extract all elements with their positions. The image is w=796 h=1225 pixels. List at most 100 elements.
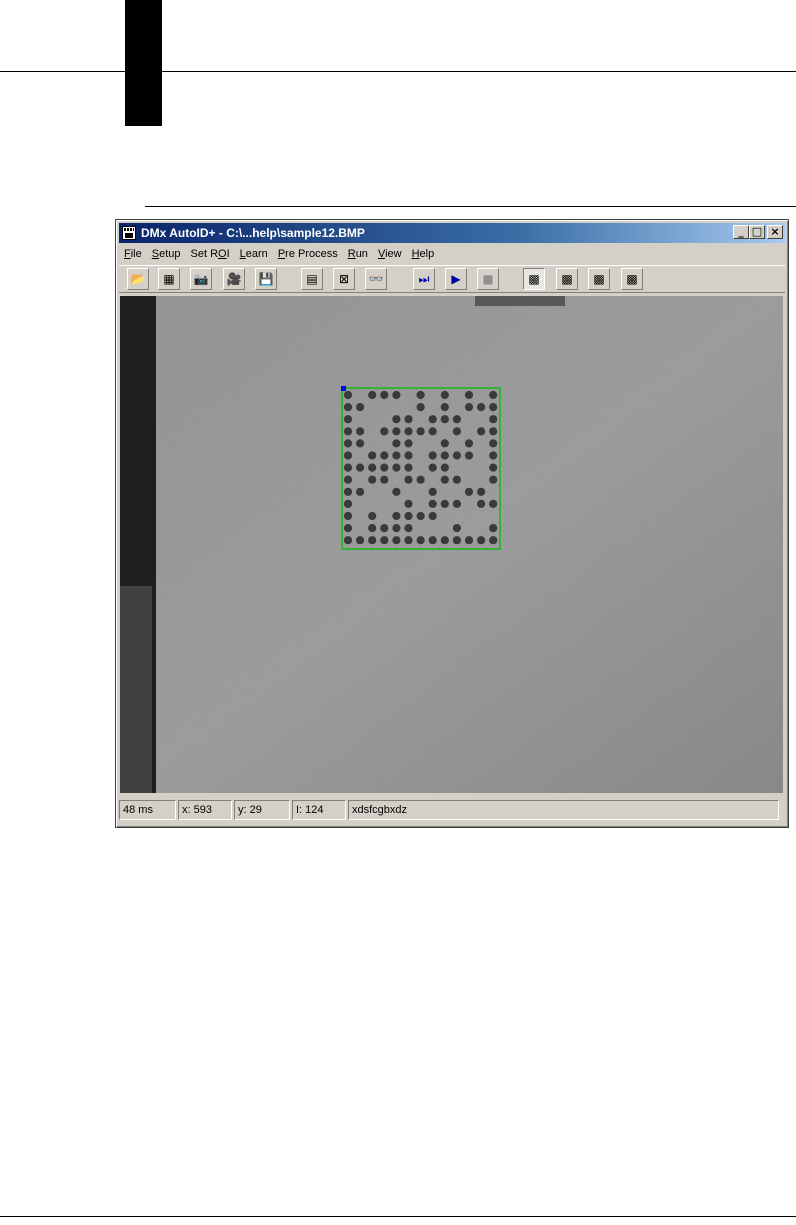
- title-bar[interactable]: DMx AutoID+ - C:\...help\sample12.BMP _ …: [119, 223, 785, 243]
- datamatrix-dot: [343, 487, 353, 496]
- decode-mode-2-icon: ▩: [561, 272, 573, 286]
- camera-button[interactable]: 📷: [190, 268, 212, 290]
- datamatrix-dot: [380, 463, 389, 472]
- datamatrix-dot: [392, 463, 401, 472]
- datamatrix-dot: [477, 403, 486, 412]
- save-button[interactable]: 💾: [255, 268, 277, 290]
- menu-help[interactable]: Help: [407, 248, 440, 260]
- datamatrix-dot: [392, 524, 401, 533]
- datamatrix-dot: [428, 451, 437, 460]
- save-icon: 💾: [258, 272, 274, 286]
- datamatrix-dot: [489, 390, 498, 400]
- datamatrix-dot: [392, 511, 401, 521]
- datamatrix-dot: [368, 390, 377, 400]
- decode-mode-3-button[interactable]: ▩: [588, 268, 610, 290]
- grid-icon: ▦: [163, 272, 175, 286]
- stop-button[interactable]: ■: [477, 268, 499, 290]
- menu-set-roi-rest: I: [226, 247, 230, 260]
- datamatrix-dot: [380, 427, 389, 436]
- datamatrix-dot: [356, 463, 365, 472]
- datamatrix-dot: [416, 403, 425, 412]
- menu-run-rest: un: [355, 247, 368, 260]
- datamatrix-dot: [464, 403, 474, 412]
- datamatrix-dot: [343, 403, 353, 412]
- datamatrix-dot: [416, 511, 425, 521]
- datamatrix-dot: [356, 487, 365, 496]
- datamatrix-dot: [343, 390, 353, 400]
- datamatrix-dot: [416, 536, 425, 545]
- status-y: y: 29: [234, 800, 290, 820]
- roi-button[interactable]: ⊠: [333, 268, 355, 290]
- datamatrix-dot: [404, 427, 413, 436]
- app-icon[interactable]: [122, 226, 136, 240]
- decode-mode-1-button[interactable]: ▩: [523, 268, 545, 290]
- datamatrix-dot: [404, 511, 413, 521]
- datamatrix-dot: [440, 475, 449, 484]
- image-viewport[interactable]: [120, 296, 783, 793]
- datamatrix-dot: [428, 463, 437, 472]
- datamatrix-dot: [489, 463, 498, 472]
- roi-handle[interactable]: [341, 386, 346, 391]
- menu-view-rest: iew: [385, 247, 402, 260]
- datamatrix-dot: [343, 536, 353, 545]
- section-rule: [145, 206, 796, 207]
- datamatrix-dot: [416, 427, 425, 436]
- datamatrix-dot: [452, 475, 461, 484]
- step-button[interactable]: ⏭: [413, 268, 435, 290]
- video-camera-button[interactable]: 🎥: [223, 268, 245, 290]
- menu-learn[interactable]: Learn: [235, 248, 273, 260]
- roi-icon: ⊠: [338, 272, 350, 286]
- menu-run[interactable]: Run: [343, 248, 373, 260]
- menu-view-mnemonic: V: [377, 247, 386, 260]
- datamatrix-dot: [368, 524, 377, 533]
- maximize-button[interactable]: □: [749, 225, 765, 239]
- menu-set-roi-pre: Set R: [190, 247, 219, 260]
- dark-edge-lower: [120, 586, 152, 793]
- datamatrix-dot: [489, 536, 498, 545]
- glasses-button[interactable]: 👓: [365, 268, 387, 290]
- datamatrix-dot: [489, 475, 498, 484]
- datamatrix-dot: [464, 536, 474, 545]
- datamatrix-dot: [440, 499, 449, 508]
- datamatrix-dot: [392, 390, 401, 400]
- datamatrix-dot: [440, 451, 449, 460]
- run-button[interactable]: ▶: [445, 268, 467, 290]
- datamatrix-dot: [428, 536, 437, 545]
- open-file-button[interactable]: 📂: [127, 268, 149, 290]
- datamatrix-dot: [343, 415, 353, 424]
- minimize-button[interactable]: _: [733, 225, 749, 239]
- datamatrix-dot: [489, 499, 498, 508]
- datamatrix-dot: [489, 415, 498, 424]
- datamatrix-dot: [368, 511, 377, 521]
- run-icon: ▶: [451, 272, 461, 286]
- datamatrix-dot: [416, 475, 425, 484]
- datamatrix-dot: [404, 439, 413, 448]
- datamatrix-dot: [392, 415, 401, 424]
- datamatrix-dot: [404, 451, 413, 460]
- datamatrix-dot: [380, 524, 389, 533]
- menu-set-roi[interactable]: Set ROI: [186, 248, 235, 260]
- menu-setup[interactable]: Setup: [147, 248, 186, 260]
- decode-mode-4-icon: ▩: [626, 272, 638, 286]
- datamatrix-dot: [440, 415, 449, 424]
- decode-mode-4-button[interactable]: ▩: [621, 268, 643, 290]
- grid-button[interactable]: ▦: [158, 268, 180, 290]
- open-file-icon: 📂: [130, 272, 146, 286]
- menu-run-mnemonic: R: [347, 247, 356, 260]
- menu-view[interactable]: View: [373, 248, 407, 260]
- datamatrix-dot: [368, 475, 377, 484]
- datamatrix-dot: [464, 439, 474, 448]
- properties-button[interactable]: ▤: [301, 268, 323, 290]
- datamatrix-dot: [343, 439, 353, 448]
- datamatrix-dot: [477, 499, 486, 508]
- datamatrix-dot: [404, 524, 413, 533]
- status-x: x: 593: [178, 800, 232, 820]
- datamatrix-dot: [404, 536, 413, 545]
- datamatrix-dot: [452, 451, 461, 460]
- datamatrix-dot: [440, 536, 449, 545]
- menu-file[interactable]: File: [119, 248, 147, 260]
- close-button[interactable]: ×: [767, 225, 783, 239]
- decode-mode-2-button[interactable]: ▩: [556, 268, 578, 290]
- captured-image: [120, 296, 783, 793]
- menu-pre-process[interactable]: Pre Process: [273, 248, 343, 260]
